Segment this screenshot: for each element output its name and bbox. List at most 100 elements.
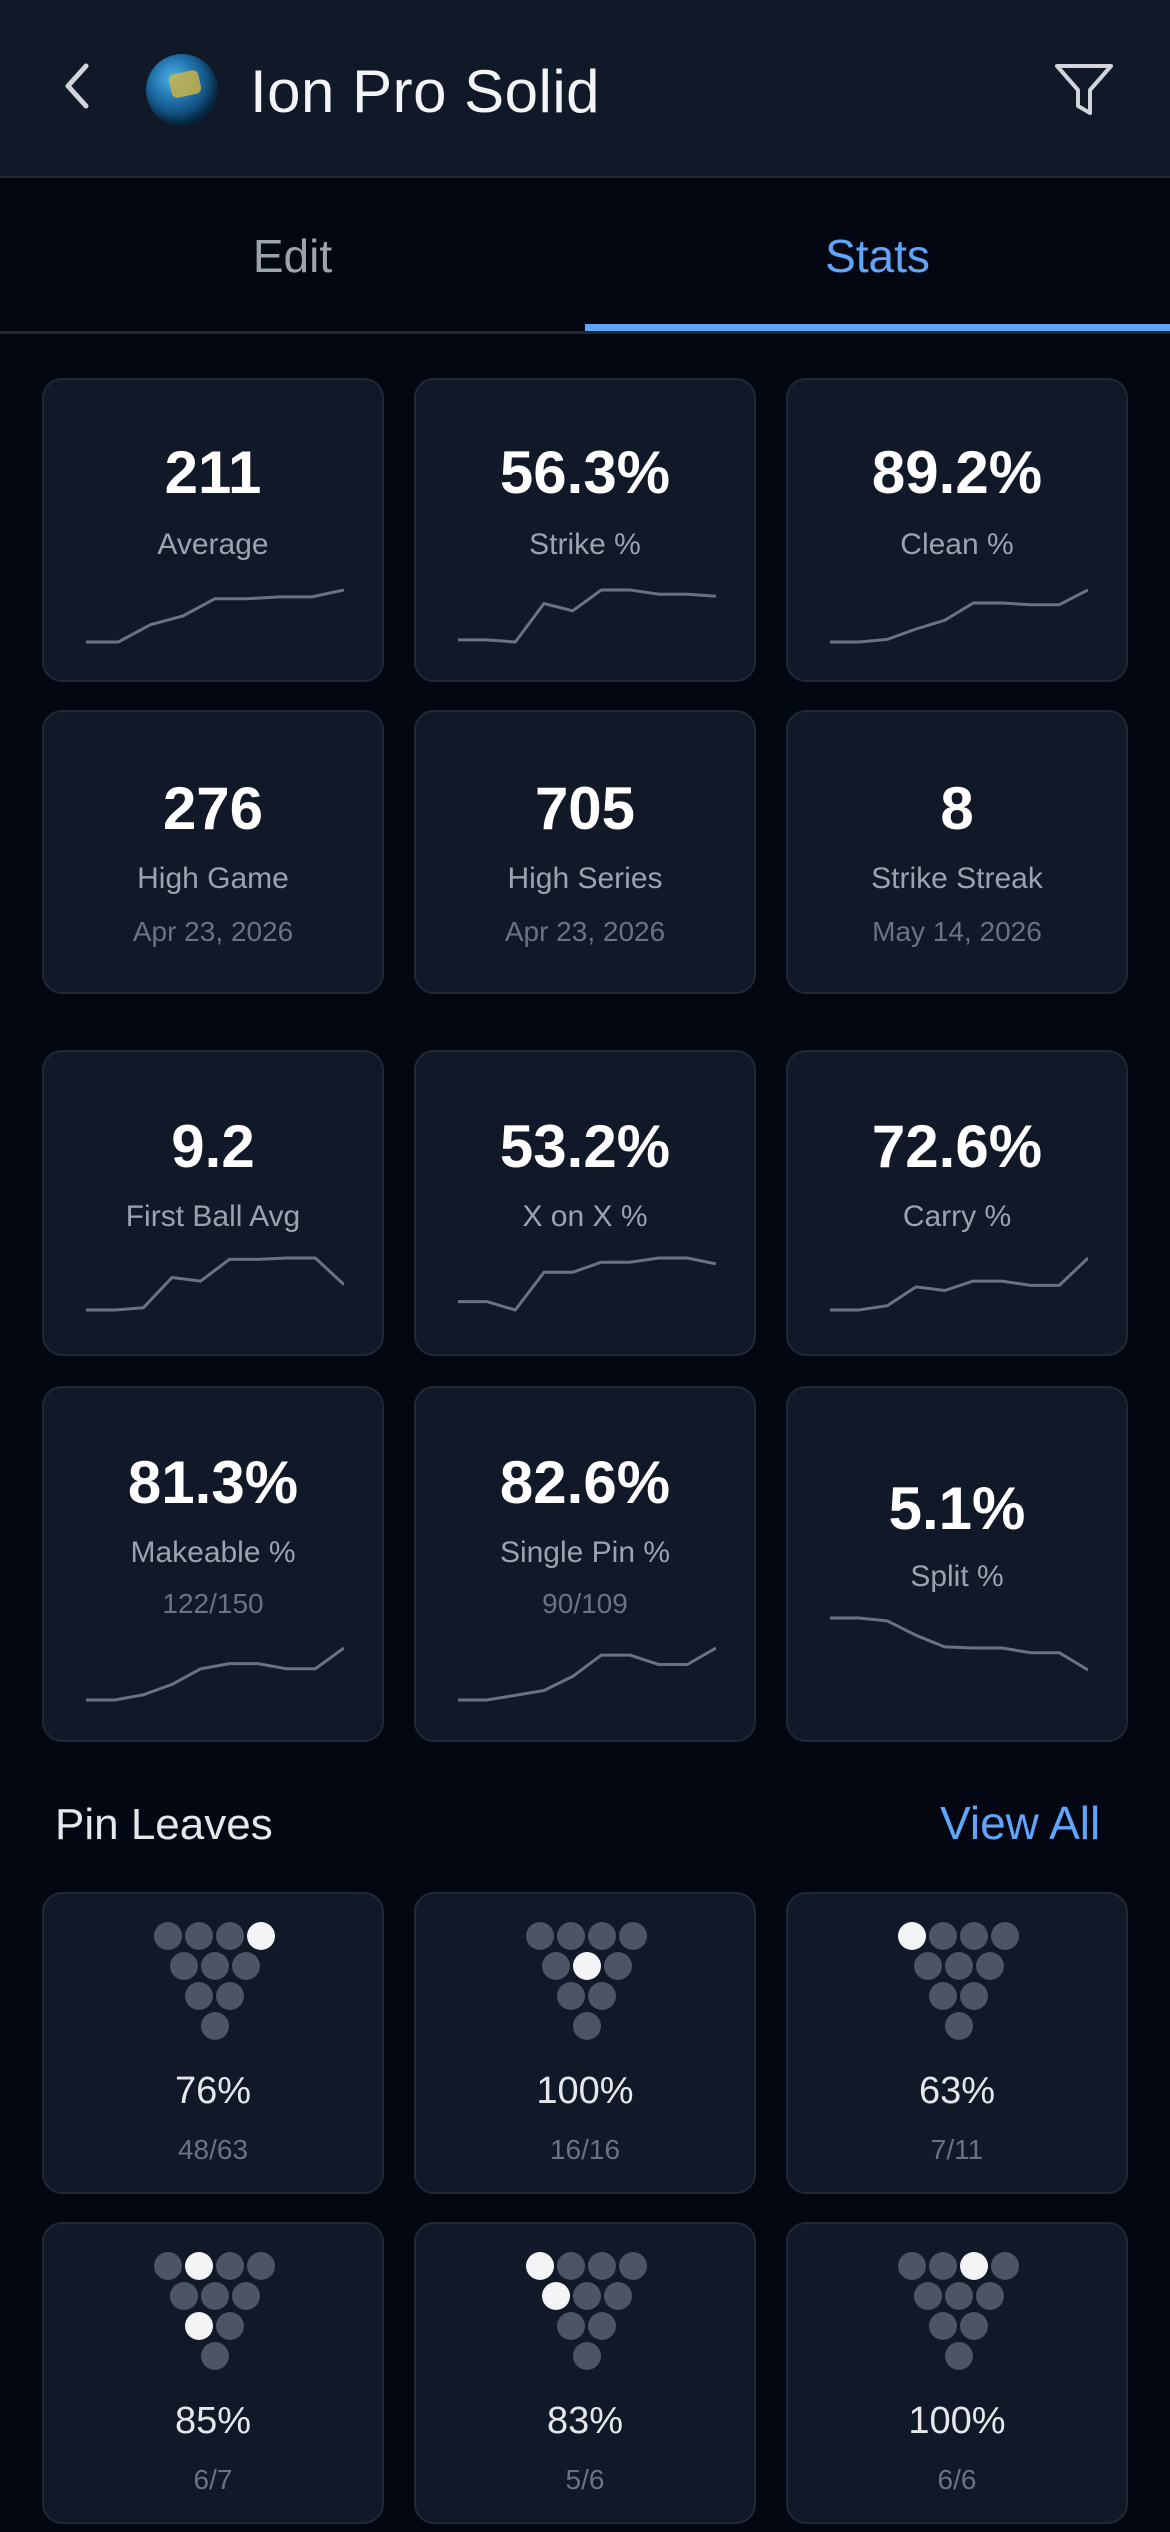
pin-8-down (185, 1922, 213, 1950)
view-all-link[interactable]: View All (940, 1796, 1100, 1850)
leave-fraction: 6/6 (937, 2464, 977, 2495)
pin-7-left (898, 1922, 926, 1950)
ball-avatar (146, 54, 218, 126)
pin-10-down (991, 1922, 1019, 1950)
pin-6-down (231, 2282, 260, 2310)
stat-sparkline (458, 588, 716, 644)
leave-percent: 76% (174, 2070, 252, 2112)
stat-card-single-pin[interactable]: 82.6% Single Pin % 90/109 (414, 1386, 756, 1742)
pin-1-down (572, 2012, 601, 2040)
tab-stats[interactable]: Stats (585, 178, 1170, 334)
stat-sparkline (830, 1256, 1088, 1312)
pin-2-down (557, 1982, 585, 2010)
pin-8-left (185, 2252, 213, 2280)
stat-card-first-ball-avg[interactable]: 9.2 First Ball Avg (42, 1050, 384, 1356)
stat-label: First Ball Avg (125, 1200, 301, 1233)
pin-9-down (216, 2252, 244, 2280)
leave-percent: 100% (536, 2070, 634, 2112)
stat-card-strike[interactable]: 56.3% Strike % (414, 378, 756, 682)
pin-6-down (603, 1952, 632, 1980)
pin-7-down (154, 2252, 182, 2280)
pin-leave-card[interactable]: 100% 16/16 (414, 1892, 756, 2194)
stat-value: 5.1% (888, 1475, 1026, 1542)
stat-label: Carry % (902, 1200, 1012, 1233)
pin-8-down (929, 1922, 957, 1950)
pin-3-down (588, 2312, 616, 2340)
pin-9-down (960, 1922, 988, 1950)
leave-percent: 85% (174, 2400, 252, 2442)
stat-label: Strike % (529, 528, 641, 561)
stat-card-high-series[interactable]: 705 High Series Apr 23, 2026 (414, 710, 756, 994)
app-header: Ion Pro Solid (0, 0, 1170, 178)
stat-sparkline (830, 588, 1088, 644)
sparkline-path (830, 588, 1088, 644)
tab-edit[interactable]: Edit (0, 178, 585, 334)
pin-7-down (526, 1922, 554, 1950)
stat-value: 82.6% (499, 1449, 671, 1516)
pin-3-down (216, 1982, 244, 2010)
pin-leave-card[interactable]: 63% 7/11 (786, 1892, 1128, 2194)
pin-leave-card[interactable]: 85% 6/7 (42, 2222, 384, 2524)
sparkline-path (86, 1646, 344, 1702)
pin-2-down (929, 1982, 957, 2010)
pin-leave-card[interactable]: 83% 5/6 (414, 2222, 756, 2524)
pin-10-down (619, 2252, 647, 2280)
stat-sparkline (86, 1256, 344, 1312)
sparkline-path (830, 1256, 1088, 1312)
pin-9-down (588, 1922, 616, 1950)
pin-7-down (898, 2252, 926, 2280)
pin-8-down (557, 1922, 585, 1950)
leave-percent: 100% (908, 2400, 1006, 2442)
pin-diagram (526, 1922, 648, 2052)
pin-5-left (572, 1952, 601, 1980)
pin-5-down (572, 2282, 601, 2310)
stat-card-average[interactable]: 211 Average (42, 378, 384, 682)
stat-card-makeable[interactable]: 81.3% Makeable % 122/150 (42, 1386, 384, 1742)
sparkline-path (86, 588, 344, 644)
pin-2-down (185, 1982, 213, 2010)
leave-percent: 63% (918, 2070, 996, 2112)
pin-6-down (231, 1952, 260, 1980)
pin-2-left (185, 2312, 213, 2340)
pin-diagram (526, 2252, 648, 2382)
pin-4-down (913, 2282, 942, 2310)
page-title: Ion Pro Solid (250, 58, 601, 125)
pin-6-down (603, 2282, 632, 2310)
stat-fraction: 90/109 (542, 1588, 628, 1619)
pin-10-left (247, 1922, 275, 1950)
pin-leave-card[interactable]: 76% 48/63 (42, 1892, 384, 2194)
stat-label: X on X % (522, 1200, 648, 1233)
stat-card-clean[interactable]: 89.2% Clean % (786, 378, 1128, 682)
stat-card-strike-streak[interactable]: 8 Strike Streak May 14, 2026 (786, 710, 1128, 994)
pin-7-left (526, 2252, 554, 2280)
stat-card-high-game[interactable]: 276 High Game Apr 23, 2026 (42, 710, 384, 994)
filter-button[interactable] (1050, 58, 1118, 122)
stat-card-split[interactable]: 5.1% Split % (786, 1386, 1128, 1742)
pin-1-down (944, 2342, 973, 2370)
sparkline-path (458, 588, 716, 644)
pin-2-down (557, 2312, 585, 2340)
pin-4-down (541, 1952, 570, 1980)
ball-logo (167, 69, 203, 99)
leave-fraction: 16/16 (549, 2134, 621, 2165)
pin-2-down (929, 2312, 957, 2340)
stat-card-x-on-x[interactable]: 53.2% X on X % (414, 1050, 756, 1356)
pin-3-down (960, 2312, 988, 2340)
pin-6-down (975, 2282, 1004, 2310)
stat-label: Average (157, 528, 269, 561)
stat-sparkline (86, 1646, 344, 1702)
pin-9-down (588, 2252, 616, 2280)
sparkline-path (830, 1616, 1088, 1672)
pin-5-down (944, 1952, 973, 1980)
pin-leave-card[interactable]: 100% 6/6 (786, 2222, 1128, 2524)
pin-1-down (200, 2342, 229, 2370)
stat-card-carry[interactable]: 72.6% Carry % (786, 1050, 1128, 1356)
pin-8-down (929, 2252, 957, 2280)
stat-value: 89.2% (871, 439, 1043, 506)
stat-sparkline (458, 1256, 716, 1312)
leave-fraction: 7/11 (930, 2134, 984, 2165)
pin-5-down (944, 2282, 973, 2310)
stat-value: 53.2% (499, 1113, 671, 1180)
back-button[interactable] (52, 56, 102, 116)
sparkline-path (86, 1256, 344, 1312)
